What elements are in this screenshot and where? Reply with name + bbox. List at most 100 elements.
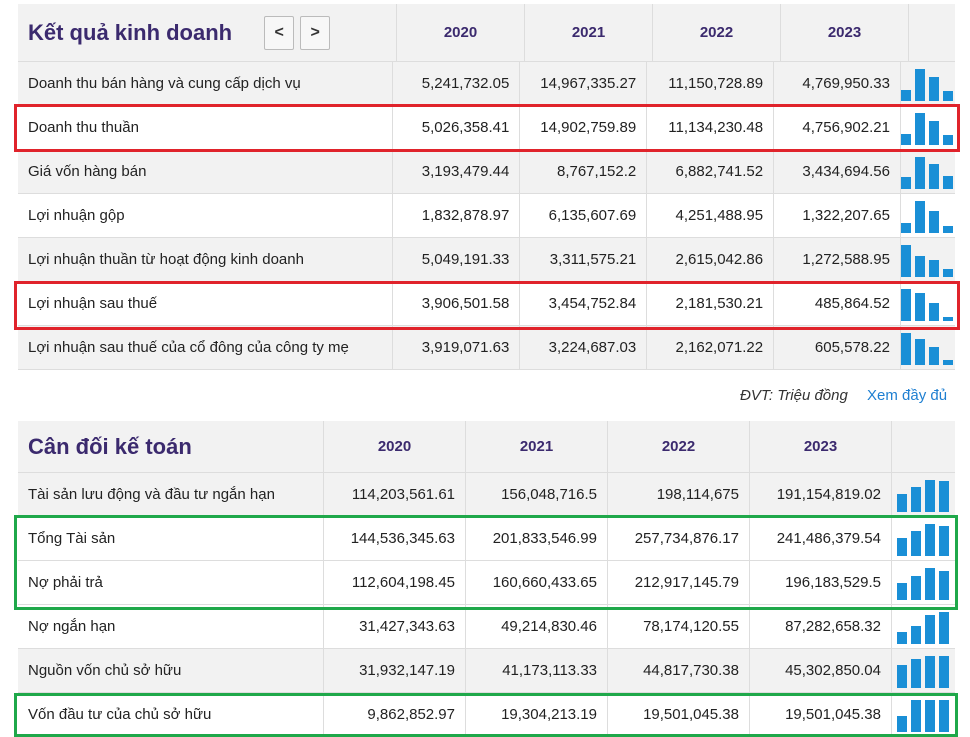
trend-sparkbar-chart[interactable] (892, 473, 955, 516)
trend-sparkbar-chart[interactable] (900, 326, 955, 369)
value-cell: 605,578.22 (774, 326, 901, 369)
sparkbar-bar (896, 582, 907, 600)
sparkbar-bar (896, 537, 907, 556)
value-cell: 114,203,561.61 (324, 473, 466, 516)
row-label: Lợi nhuận sau thuế (18, 282, 394, 325)
income-statement-panel: Kết quả kinh doanh < >2020 2021 2022 2023 Doan… (18, 4, 955, 370)
trend-sparkbar-chart[interactable] (892, 605, 955, 648)
trend-sparkbar-chart[interactable] (900, 106, 955, 149)
value-cell: 3,434,694.56 (774, 150, 901, 193)
trend-sparkbar-chart[interactable] (900, 150, 955, 193)
sparkbar-bar (938, 611, 949, 644)
row-label: Tài sản lưu động và đầu tư ngắn hạn (18, 473, 324, 516)
row-label: Vốn đầu tư của chủ sở hữu (18, 693, 324, 736)
trend-sparkbar-chart[interactable] (892, 693, 955, 736)
value-cell: 3,311,575.21 (520, 238, 648, 281)
year-header: 2021 (525, 4, 653, 61)
sparkbar-bar (928, 346, 939, 365)
row-label: Nợ ngắn hạn (18, 605, 324, 648)
sparkbar-bar (914, 338, 925, 365)
value-cell: 3,906,501.58 (393, 282, 521, 325)
value-cell: 144,536,345.63 (324, 517, 466, 560)
value-cell: 198,114,675 (608, 473, 750, 516)
value-cell: 14,967,335.27 (520, 62, 648, 105)
value-cell: 3,454,752.84 (520, 282, 648, 325)
sparkbar-bar (914, 292, 925, 321)
value-cell: 6,882,741.52 (647, 150, 775, 193)
trend-sparkbar-chart[interactable] (892, 517, 955, 560)
prev-year-button[interactable]: < (264, 15, 295, 50)
sparkbar-bar (896, 715, 907, 732)
value-cell: 485,864.52 (774, 282, 901, 325)
row-label: Lợi nhuận thuần từ hoạt động kinh doanh (18, 238, 394, 281)
sparkbar-bar (942, 90, 953, 101)
sparkbar-svg (900, 156, 953, 189)
table-row: Doanh thu thuần 5,026,358.41 14,902,759.89… (18, 106, 955, 150)
chart-column-header (892, 421, 955, 472)
sparkbar-svg (900, 332, 953, 365)
row-label: Tổng Tài sản (18, 517, 324, 560)
table-row: Lợi nhuận sau thuế 3,906,501.58 3,454,752.… (18, 282, 955, 326)
sparkbar-bar (910, 699, 921, 732)
row-label: Lợi nhuận sau thuế của cổ đông của công … (18, 326, 394, 369)
value-cell: 196,183,529.5 (750, 561, 892, 604)
income-header-row: Kết quả kinh doanh < >2020 2021 2022 2023 (18, 4, 955, 62)
sparkbar-bar (924, 523, 935, 556)
table-row: Doanh thu bán hàng và cung cấp dịch vụ 5,… (18, 62, 955, 106)
trend-sparkbar-chart[interactable] (900, 282, 955, 325)
value-cell: 3,193,479.44 (393, 150, 521, 193)
value-cell: 160,660,433.65 (466, 561, 608, 604)
value-cell: 4,251,488.95 (647, 194, 775, 237)
trend-sparkbar-chart[interactable] (900, 238, 955, 281)
next-year-button[interactable]: > (300, 15, 331, 50)
table-row: Tổng Tài sản 144,536,345.63 201,833,546.99… (18, 517, 955, 561)
trend-sparkbar-chart[interactable] (892, 561, 955, 604)
sparkbar-bar (900, 332, 911, 365)
year-header: 2020 (397, 4, 525, 61)
trend-sparkbar-chart[interactable] (900, 62, 955, 105)
sparkbar-bar (924, 655, 935, 688)
value-cell: 257,734,876.17 (608, 517, 750, 560)
sparkbar-svg (896, 611, 949, 644)
sparkbar-bar (924, 699, 935, 732)
balance-title-cell: Cân đối kế toán (18, 421, 324, 472)
sparkbar-bar (942, 175, 953, 189)
sparkbar-bar (896, 493, 907, 512)
sparkbar-svg (900, 244, 953, 277)
year-header: 2021 (466, 421, 608, 472)
row-label: Nguồn vốn chủ sở hữu (18, 649, 324, 692)
sparkbar-bar (910, 575, 921, 600)
sparkbar-bar (924, 567, 935, 600)
sparkbar-svg (900, 200, 953, 233)
value-cell: 6,135,607.69 (520, 194, 648, 237)
sparkbar-svg (896, 655, 949, 688)
view-full-link[interactable]: Xem đầy đủ (867, 387, 947, 404)
income-title-cell: Kết quả kinh doanh < > (18, 4, 397, 61)
sparkbar-bar (900, 89, 911, 101)
sparkbar-svg (896, 523, 949, 556)
sparkbar-bar (914, 156, 925, 189)
sparkbar-bar (914, 255, 925, 277)
trend-sparkbar-chart[interactable] (900, 194, 955, 237)
row-label: Lợi nhuận gộp (18, 194, 394, 237)
value-cell: 4,769,950.33 (774, 62, 901, 105)
value-cell: 19,501,045.38 (750, 693, 892, 736)
sparkbar-bar (942, 316, 953, 321)
balance-sheet-panel: Cân đối kế toán 2020 2021 2022 2023 Tài sản l… (18, 421, 955, 737)
sparkbar-bar (942, 134, 953, 145)
table-row: Lợi nhuận gộp 1,832,878.97 6,135,607.69 4,2… (18, 194, 955, 238)
table-row: Nợ ngắn hạn 31,427,343.63 49,214,830.46 78,… (18, 605, 955, 649)
sparkbar-svg (896, 479, 949, 512)
value-cell: 1,832,878.97 (393, 194, 521, 237)
sparkbar-bar (896, 631, 907, 644)
value-cell: 3,224,687.03 (520, 326, 648, 369)
trend-sparkbar-chart[interactable] (892, 649, 955, 692)
sparkbar-bar (900, 222, 911, 233)
section-title: Cân đối kế toán (28, 433, 192, 459)
row-label: Nợ phải trả (18, 561, 324, 604)
value-cell: 31,932,147.19 (324, 649, 466, 692)
value-cell: 19,501,045.38 (608, 693, 750, 736)
sparkbar-bar (924, 614, 935, 644)
value-cell: 87,282,658.32 (750, 605, 892, 648)
row-label: Doanh thu bán hàng và cung cấp dịch vụ (18, 62, 394, 105)
